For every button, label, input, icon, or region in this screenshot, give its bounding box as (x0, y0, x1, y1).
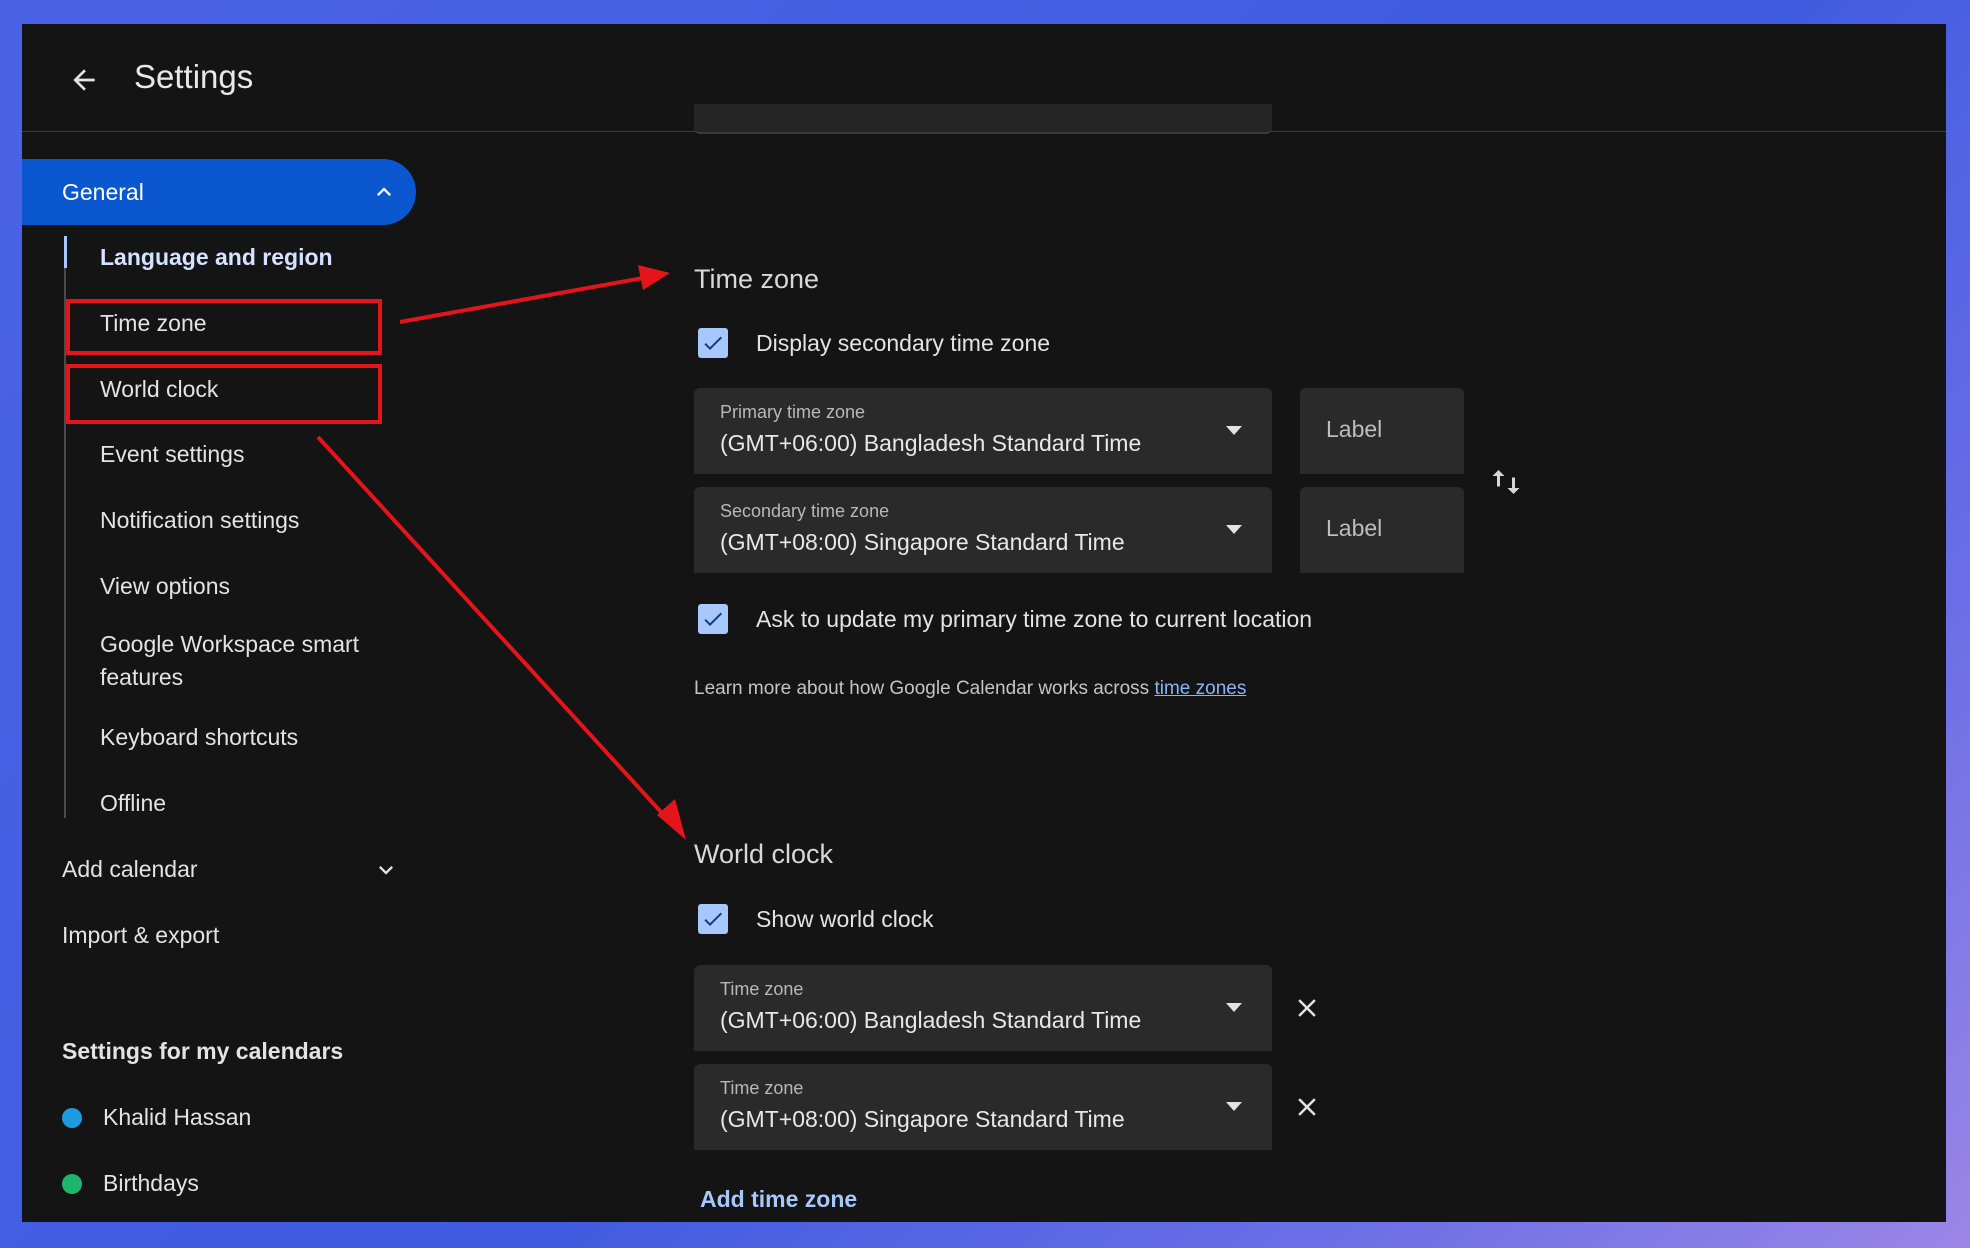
calendar-item-birthdays[interactable]: Birthdays (62, 1170, 199, 1197)
nav-add-calendar-label: Add calendar (62, 856, 198, 882)
show-world-clock-label: Show world clock (756, 905, 934, 932)
nav-import-export[interactable]: Import & export (62, 922, 219, 949)
time-zone-heading: Time zone (694, 264, 820, 294)
secondary-time-zone-select[interactable]: Secondary time zone (GMT+08:00) Singapor… (694, 487, 1272, 573)
checkmark-icon (704, 912, 722, 926)
sidebar-item-workspace-smart-features[interactable]: Google Workspace smart features (100, 628, 390, 694)
swap-vert-icon (1492, 470, 1520, 494)
my-calendars-heading: Settings for my calendars (62, 1038, 344, 1064)
back-arrow-icon (73, 69, 95, 91)
display-secondary-label: Display secondary time zone (756, 329, 1051, 356)
annotation-box-world-clock (66, 364, 382, 424)
primary-time-zone-value: (GMT+06:00) Bangladesh Standard Time (720, 430, 1142, 456)
arrowhead-world-clock (657, 799, 686, 840)
nav-general-label: General (62, 178, 144, 205)
ask-update-label: Ask to update my primary time zone to cu… (756, 605, 1313, 632)
previous-field-remnant (694, 104, 1272, 134)
world-clock-zone-select-1[interactable]: Time zone (GMT+06:00) Bangladesh Standar… (694, 965, 1272, 1051)
secondary-label-placeholder: Label (1326, 515, 1383, 541)
checkmark-icon (704, 336, 722, 350)
arrowhead-time-zone (638, 265, 670, 290)
calendar-name: Khalid Hassan (103, 1104, 252, 1130)
time-zones-link[interactable]: time zones (1154, 678, 1246, 699)
nav-add-calendar[interactable]: Add calendar (62, 856, 198, 883)
dropdown-arrow-icon (1226, 525, 1242, 534)
dropdown-arrow-icon (1226, 1102, 1242, 1111)
arrow-to-time-zone (399, 274, 655, 324)
checkbox-display-secondary[interactable] (698, 328, 728, 358)
world-clock-heading: World clock (694, 839, 834, 869)
sidebar-item-view-options[interactable]: View options (100, 570, 230, 602)
chevron-up-icon (377, 187, 391, 196)
world-clock-zone-caption: Time zone (720, 979, 804, 999)
page-title: Settings (134, 58, 254, 95)
swap-time-zones-button[interactable] (1488, 464, 1524, 500)
checkmark-icon (704, 612, 722, 626)
world-clock-zone-value: (GMT+06:00) Bangladesh Standard Time (720, 1007, 1142, 1033)
secondary-time-zone-caption: Secondary time zone (720, 501, 890, 521)
primary-label-input[interactable]: Label (1300, 388, 1464, 474)
remove-zone-close-icon[interactable] (1292, 993, 1322, 1023)
calendar-color-dot (62, 1173, 82, 1194)
sidebar-item-event-settings[interactable]: Event settings (100, 438, 244, 470)
primary-label-placeholder: Label (1326, 416, 1383, 442)
sidebar-item-language-region[interactable]: Language and region (100, 241, 333, 273)
add-time-zone-button[interactable]: Add time zone (700, 1186, 857, 1213)
secondary-label-input[interactable]: Label (1300, 487, 1464, 573)
back-button[interactable] (60, 56, 108, 104)
active-indicator (64, 236, 67, 268)
checkbox-show-world-clock[interactable] (698, 904, 728, 934)
ask-update-checkbox-row[interactable]: Ask to update my primary time zone to cu… (698, 604, 1312, 634)
calendar-color-dot (62, 1107, 82, 1128)
learn-more-prefix: Learn more about how Google Calendar wor… (694, 678, 1155, 699)
sidebar-item-keyboard-shortcuts[interactable]: Keyboard shortcuts (100, 721, 298, 753)
show-world-clock-checkbox-row[interactable]: Show world clock (698, 904, 934, 934)
world-clock-zone-caption: Time zone (720, 1078, 804, 1098)
dropdown-arrow-icon (1226, 426, 1242, 435)
chevron-down-icon[interactable] (372, 856, 400, 884)
checkbox-ask-update[interactable] (698, 604, 728, 634)
sidebar-item-offline[interactable]: Offline (100, 787, 166, 819)
remove-zone-close-icon[interactable] (1292, 1092, 1322, 1122)
annotation-box-time-zone (66, 299, 382, 355)
secondary-time-zone-value: (GMT+08:00) Singapore Standard Time (720, 529, 1125, 555)
display-secondary-checkbox-row[interactable]: Display secondary time zone (698, 328, 1050, 358)
world-clock-zone-select-2[interactable]: Time zone (GMT+08:00) Singapore Standard… (694, 1064, 1272, 1150)
nav-general[interactable]: General (22, 159, 416, 225)
sidebar-item-notification-settings[interactable]: Notification settings (100, 504, 299, 536)
primary-time-zone-select[interactable]: Primary time zone (GMT+06:00) Bangladesh… (694, 388, 1272, 474)
calendar-name: Birthdays (103, 1170, 199, 1196)
calendar-item-khalid-hassan[interactable]: Khalid Hassan (62, 1104, 251, 1131)
dropdown-arrow-icon (1226, 1003, 1242, 1012)
primary-time-zone-caption: Primary time zone (720, 402, 866, 422)
world-clock-zone-value: (GMT+08:00) Singapore Standard Time (720, 1106, 1125, 1132)
settings-window: Settings General Language and region Tim… (22, 24, 1946, 1222)
learn-more-text: Learn more about how Google Calendar wor… (694, 678, 1246, 700)
